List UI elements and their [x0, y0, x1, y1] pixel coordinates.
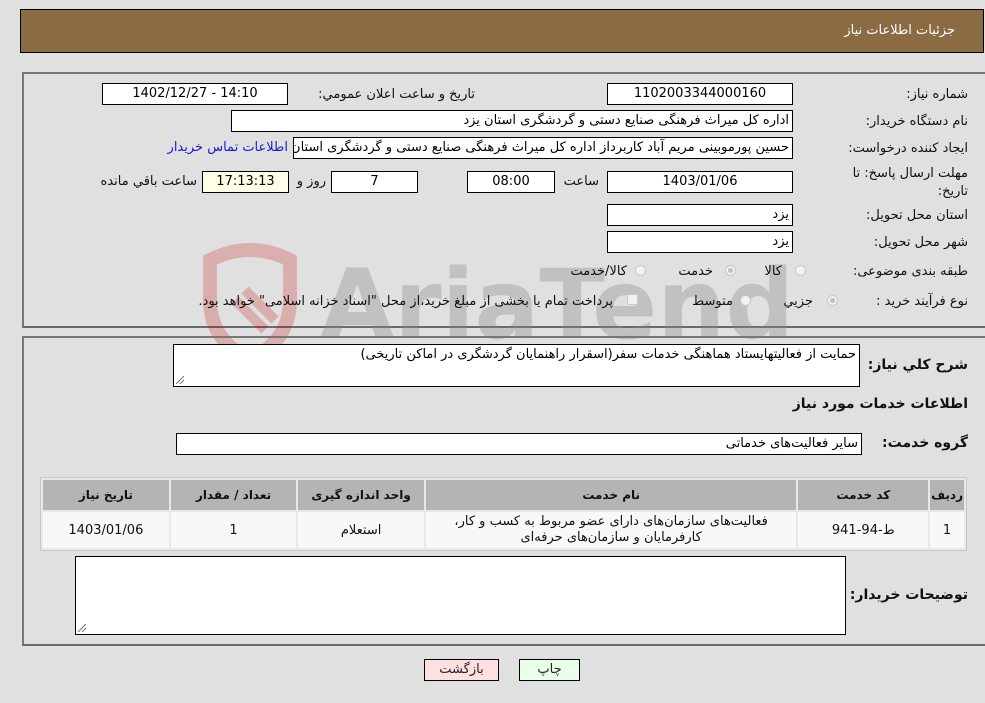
resize-grip-icon[interactable] — [78, 624, 86, 632]
process-option-minor: جزيي — [783, 294, 813, 309]
page-header: جزئیات اطلاعات نیاز — [20, 9, 984, 53]
category-label: طبقه بندی موضوعی: — [852, 264, 968, 279]
back-button[interactable]: بازگشت — [424, 659, 499, 681]
buyer-org-label: نام دستگاه خریدار: — [865, 114, 968, 129]
category-radio-service[interactable] — [725, 265, 736, 276]
col-service-code: کد خدمت — [798, 480, 929, 510]
days-label: روز و — [296, 174, 326, 189]
deadline-date-field[interactable]: 1403/01/06 — [607, 171, 793, 193]
services-heading: اطلاعات خدمات مورد نیاز — [792, 396, 968, 412]
remaining-time-field[interactable]: 17:13:13 — [202, 171, 289, 193]
cell-need-date: 1403/01/06 — [43, 512, 169, 548]
buyer-org-field[interactable]: اداره کل میراث فرهنگی صنایع دستی و گردشگ… — [231, 110, 793, 132]
description-textarea[interactable]: حمایت از فعالیتهایستاد هماهنگی خدمات سفر… — [173, 344, 860, 387]
treasury-checkbox[interactable] — [627, 294, 638, 305]
process-radio-medium[interactable] — [740, 295, 751, 306]
remaining-days-field[interactable]: 7 — [331, 171, 418, 193]
cell-service-name: فعالیت‌های سازمان‌های دارای عضو مربوط به… — [425, 512, 797, 548]
col-service-name: نام خدمت — [425, 480, 797, 510]
treasury-note: پرداخت تمام یا بخشی از مبلغ خرید،از محل … — [198, 294, 613, 309]
process-label: نوع فرآیند خرید : — [876, 294, 968, 309]
city-label: شهر محل تحویل: — [873, 235, 968, 250]
city-field[interactable]: یزد — [607, 231, 793, 253]
creator-field[interactable]: حسین پورموبینی مریم آباد کاربرداز اداره … — [293, 137, 793, 159]
col-need-date: تاریخ نیاز — [43, 480, 169, 510]
page-title: جزئیات اطلاعات نیاز — [844, 23, 955, 38]
description-text: حمایت از فعالیتهایستاد هماهنگی خدمات سفر… — [360, 347, 856, 362]
resize-grip-icon[interactable] — [176, 376, 184, 384]
creator-label: ایجاد کننده درخواست: — [848, 141, 968, 156]
cell-row-number: 1 — [930, 512, 964, 548]
service-group-field[interactable]: سایر فعالیت‌های خدماتی — [176, 433, 862, 455]
need-number-label: شماره نیاز: — [906, 87, 968, 102]
buyer-notes-textarea[interactable] — [75, 556, 846, 635]
col-unit: واحد اندازه گیری — [298, 480, 424, 510]
col-quantity: تعداد / مقدار — [170, 480, 297, 510]
deadline-label: مهلت ارسال پاسخ: تا تاریخ: — [852, 166, 968, 199]
table-row: 1 ط-94-941 فعالیت‌های سازمان‌های دارای ع… — [43, 512, 964, 548]
table-header-row: ردیف کد خدمت نام خدمت واحد اندازه گیری ت… — [43, 480, 964, 510]
deadline-time-label: ساعت — [563, 174, 599, 189]
process-option-medium: متوسط — [692, 294, 733, 309]
process-radio-minor[interactable] — [827, 295, 838, 306]
deadline-time-field[interactable]: 08:00 — [467, 171, 555, 193]
province-field[interactable]: یزد — [607, 204, 793, 226]
col-row-number: ردیف — [930, 480, 964, 510]
category-option-goods-service: کالا/خدمت — [570, 264, 627, 279]
category-option-goods: کالا — [764, 264, 782, 279]
cell-service-code: ط-94-941 — [798, 512, 929, 548]
buyer-contact-link[interactable]: اطلاعات تماس خریدار — [168, 140, 288, 155]
province-label: استان محل تحویل: — [866, 208, 968, 223]
cell-quantity: 1 — [170, 512, 297, 548]
print-button[interactable]: چاپ — [519, 659, 580, 681]
announce-label: تاریخ و ساعت اعلان عمومي: — [318, 87, 475, 102]
category-radio-goods-service[interactable] — [635, 265, 646, 276]
service-group-label: گروه خدمت: — [882, 435, 968, 451]
announce-datetime-field[interactable]: 1402/12/27 - 14:10 — [102, 83, 288, 105]
cell-unit: استعلام — [298, 512, 424, 548]
need-number-field[interactable]: 1102003344000160 — [607, 83, 793, 105]
buyer-notes-label: توضیحات خریدار: — [849, 587, 968, 603]
description-label: شرح کلي نیاز: — [867, 357, 968, 373]
services-table: ردیف کد خدمت نام خدمت واحد اندازه گیری ت… — [40, 477, 967, 551]
remaining-label: ساعت باقي مانده — [100, 174, 197, 189]
category-radio-goods[interactable] — [795, 265, 806, 276]
category-option-service: خدمت — [678, 264, 713, 279]
